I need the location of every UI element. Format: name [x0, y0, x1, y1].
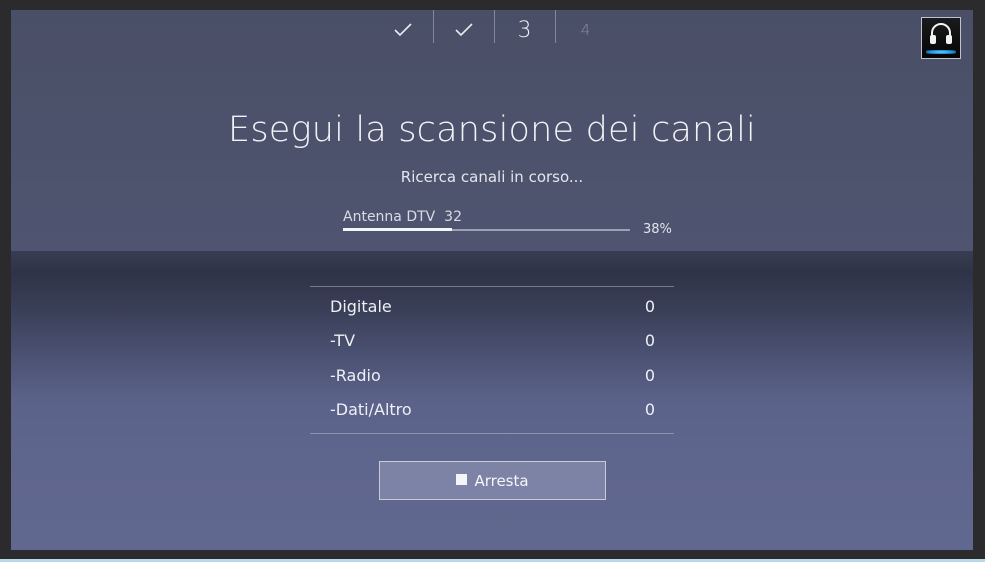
step-3: 3 — [494, 10, 555, 50]
result-label: Digitale — [330, 296, 392, 316]
progress-source: Antenna DTV — [343, 209, 436, 225]
result-row-tv: -TV 0 — [310, 324, 674, 359]
check-icon — [454, 23, 473, 37]
step-2 — [433, 10, 494, 50]
result-row-digital: Digitale 0 — [310, 289, 674, 324]
step-1 — [372, 10, 433, 50]
progress-fill — [343, 228, 453, 231]
result-label: -TV — [330, 331, 356, 351]
stop-icon — [456, 473, 468, 485]
stop-button-label: Arresta — [474, 471, 529, 490]
page-title: Esegui la scansione dei canali — [228, 110, 756, 150]
headset-glow — [926, 50, 956, 54]
progress-bar — [343, 228, 630, 231]
progress-percent: 38% — [643, 222, 672, 237]
progress-label: Antenna DTV 32 — [343, 209, 462, 225]
result-row-radio: -Radio 0 — [310, 358, 674, 393]
progress-channel: 32 — [444, 209, 462, 225]
result-value: 0 — [644, 400, 655, 420]
headset-icon — [929, 22, 953, 52]
step-4: 4 — [555, 10, 616, 50]
result-value: 0 — [644, 331, 655, 351]
headset-button[interactable] — [921, 17, 961, 59]
result-row-data-other: -Dati/Altro 0 — [310, 393, 674, 428]
step-number: 3 — [517, 17, 532, 43]
result-value: 0 — [644, 296, 655, 316]
results-list: Digitale 0 -TV 0 -Radio 0 -Dati/Altro 0 — [310, 286, 674, 434]
stop-button[interactable]: Arresta — [379, 461, 606, 500]
step-number: 4 — [580, 21, 591, 39]
status-text: Ricerca canali in corso... — [400, 168, 584, 186]
channel-scan-screen: 3 4 Esegui la scansione dei canali Ricer… — [11, 10, 973, 550]
check-icon — [393, 23, 412, 37]
result-label: -Dati/Altro — [330, 400, 412, 420]
tv-frame: 3 4 Esegui la scansione dei canali Ricer… — [0, 0, 985, 562]
result-label: -Radio — [330, 365, 381, 385]
setup-stepper: 3 4 — [372, 10, 616, 50]
result-value: 0 — [644, 365, 655, 385]
